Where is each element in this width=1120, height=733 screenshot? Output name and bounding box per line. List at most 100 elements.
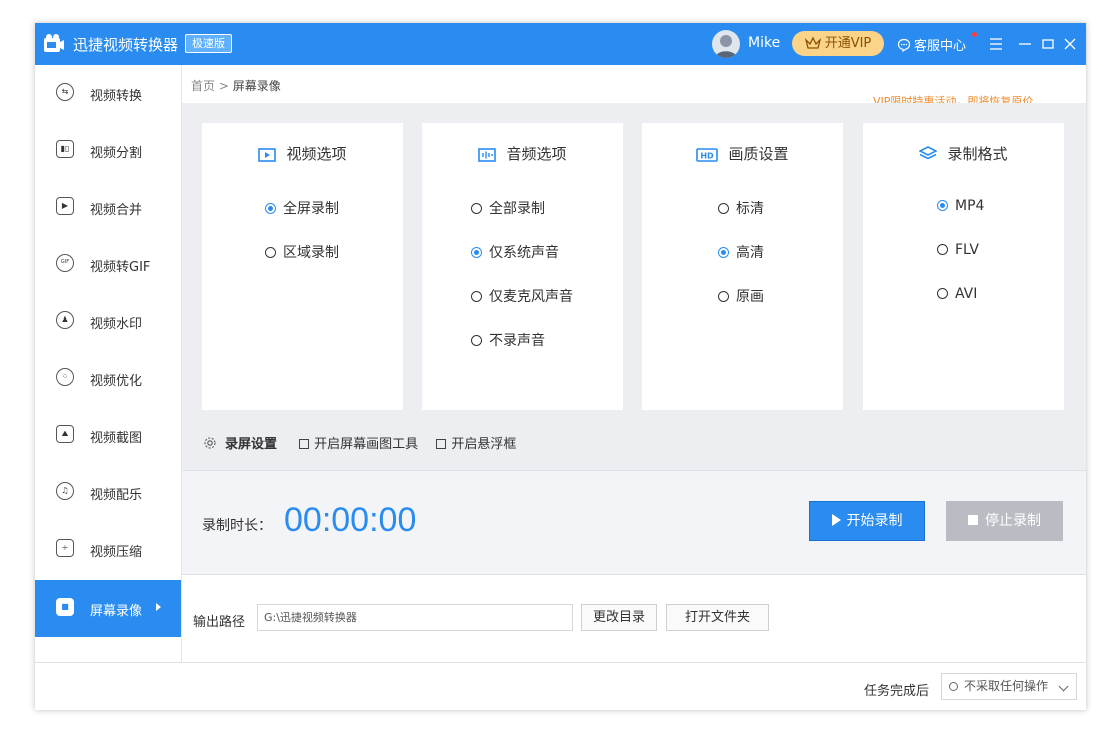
username[interactable]: Mike: [748, 35, 780, 51]
sidebar-item-video-gif[interactable]: GIF 视频转GIF: [35, 236, 181, 293]
radio-label: 区域录制: [283, 245, 339, 261]
active-arrow-icon: [156, 603, 161, 611]
radio-system-only[interactable]: 仅系统声音: [471, 242, 559, 262]
sidebar-item-video-merge[interactable]: ▶ 视频合并: [35, 179, 181, 236]
stop-icon: [968, 515, 978, 525]
sidebar-item-screen-record[interactable]: ■ 屏幕录像: [35, 580, 181, 637]
layers-icon: [919, 146, 938, 160]
video-options-card: 视频选项 全屏录制 区域录制: [202, 123, 403, 410]
service-label: 客服中心: [914, 39, 967, 54]
radio-dot: [471, 203, 482, 214]
start-label: 开始录制: [846, 513, 903, 529]
breadcrumb-home[interactable]: 首页: [191, 79, 215, 93]
radio-standard[interactable]: 标清: [718, 198, 764, 218]
card-title-text: 视频选项: [286, 145, 347, 163]
checkbox-float-box[interactable]: 开启悬浮框: [436, 437, 516, 452]
start-record-button[interactable]: 开始录制: [809, 501, 925, 541]
radio-flv[interactable]: FLV: [937, 242, 979, 258]
notification-dot: [972, 32, 977, 37]
play-icon: [831, 514, 841, 526]
sidebar-item-label: 屏幕录像: [90, 604, 143, 619]
checkbox-box: [436, 439, 447, 449]
app-title: 迅捷视频转换器: [73, 36, 179, 54]
card-title-text: 画质设置: [728, 145, 789, 163]
no-action-icon: [949, 682, 958, 691]
user-avatar-icon: [715, 35, 737, 58]
vip-label: 开通VIP: [824, 36, 872, 51]
sidebar-item-video-music[interactable]: ♫ 视频配乐: [35, 464, 181, 521]
sidebar-item-label: 视频配乐: [90, 488, 143, 503]
chat-bubble-icon: [897, 38, 911, 53]
radio-no-audio[interactable]: 不录声音: [471, 330, 545, 350]
radio-dot: [471, 247, 482, 258]
gif-icon: GIF: [56, 254, 74, 272]
radio-dot: [265, 247, 276, 258]
edition-badge: 极速版: [185, 34, 232, 53]
maximize-icon[interactable]: [1039, 35, 1057, 53]
stop-record-button[interactable]: 停止录制: [946, 501, 1063, 541]
sidebar-item-video-optimize[interactable]: ⁘ 视频优化: [35, 350, 181, 407]
radio-label: 标清: [736, 201, 764, 217]
radio-dot: [937, 244, 948, 255]
radio-dot: [937, 200, 948, 211]
radio-fullscreen[interactable]: 全屏录制: [265, 198, 339, 218]
sidebar-item-video-split[interactable]: ▮▯ 视频分割: [35, 122, 181, 179]
radio-region[interactable]: 区域录制: [265, 242, 339, 262]
music-icon: ♫: [56, 482, 74, 500]
checkbox-box: [299, 439, 310, 449]
convert-icon: ⇆: [56, 83, 74, 101]
after-task-label: 任务完成后: [864, 684, 930, 699]
record-settings-row: 录屏设置 开启屏幕画图工具 开启悬浮框: [203, 433, 516, 452]
watermark-icon: ♟: [56, 311, 74, 329]
sidebar-item-label: 视频合并: [90, 203, 143, 218]
radio-label: 高清: [736, 245, 764, 261]
svg-text:HD: HD: [701, 152, 715, 161]
sidebar-item-video-screenshot[interactable]: ⛰ 视频截图: [35, 407, 181, 464]
radio-high[interactable]: 高清: [718, 242, 764, 262]
radio-label: 仅麦克风声音: [489, 289, 573, 305]
open-vip-button[interactable]: 开通VIP: [792, 31, 884, 56]
duration-label: 录制时长：: [202, 518, 272, 534]
radio-avi[interactable]: AVI: [937, 286, 977, 302]
crown-icon: [804, 36, 821, 49]
card-title-text: 音频选项: [506, 145, 567, 163]
output-path-input[interactable]: G:\迅捷视频转换器: [257, 604, 573, 631]
record-settings-title: 录屏设置: [225, 437, 278, 452]
radio-dot: [471, 291, 482, 302]
radio-dot: [471, 335, 482, 346]
radio-mp4[interactable]: MP4: [937, 198, 984, 214]
open-folder-button[interactable]: 打开文件夹: [666, 604, 769, 631]
radio-dot: [718, 291, 729, 302]
radio-mic-only[interactable]: 仅麦克风声音: [471, 286, 573, 306]
after-task-select[interactable]: 不采取任何操作: [941, 673, 1077, 700]
card-title-text: 录制格式: [947, 145, 1008, 163]
change-dir-button[interactable]: 更改目录: [581, 604, 657, 631]
gear-icon[interactable]: [203, 436, 217, 450]
sidebar-item-label: 视频转GIF: [90, 260, 151, 275]
sidebar-item-video-watermark[interactable]: ♟ 视频水印: [35, 293, 181, 350]
sidebar-item-label: 视频截图: [90, 431, 143, 446]
chevron-down-icon: [1058, 681, 1069, 692]
close-icon[interactable]: [1061, 35, 1079, 53]
duration-value: 00:00:00: [284, 501, 417, 539]
menu-icon[interactable]: [987, 35, 1005, 53]
minimize-icon[interactable]: [1016, 35, 1034, 53]
breadcrumb-current: 屏幕录像: [232, 79, 281, 93]
radio-dot: [937, 288, 948, 299]
record-icon: ■: [56, 598, 74, 616]
avatar[interactable]: [712, 30, 740, 58]
record-format-title: 录制格式: [863, 143, 1064, 164]
radio-label: MP4: [955, 198, 985, 214]
radio-label: 全部录制: [489, 201, 545, 217]
sidebar-item-label: 视频转换: [90, 89, 143, 104]
radio-record-all[interactable]: 全部录制: [471, 198, 545, 218]
customer-service-button[interactable]: 客服中心: [897, 32, 977, 54]
sidebar: ⇆ 视频转换 ▮▯ 视频分割 ▶ 视频合并 GIF 视频转GIF ♟ 视频水印 …: [35, 65, 182, 662]
checkbox-draw-tool[interactable]: 开启屏幕画图工具: [299, 437, 418, 452]
sidebar-item-video-compress[interactable]: ÷ 视频压缩: [35, 521, 181, 578]
breadcrumb: 首页 > 屏幕录像: [191, 77, 281, 94]
sidebar-item-video-convert[interactable]: ⇆ 视频转换: [35, 65, 181, 122]
sidebar-item-label: 视频优化: [90, 374, 143, 389]
radio-original[interactable]: 原画: [718, 286, 764, 306]
app-logo-icon: [44, 34, 64, 52]
